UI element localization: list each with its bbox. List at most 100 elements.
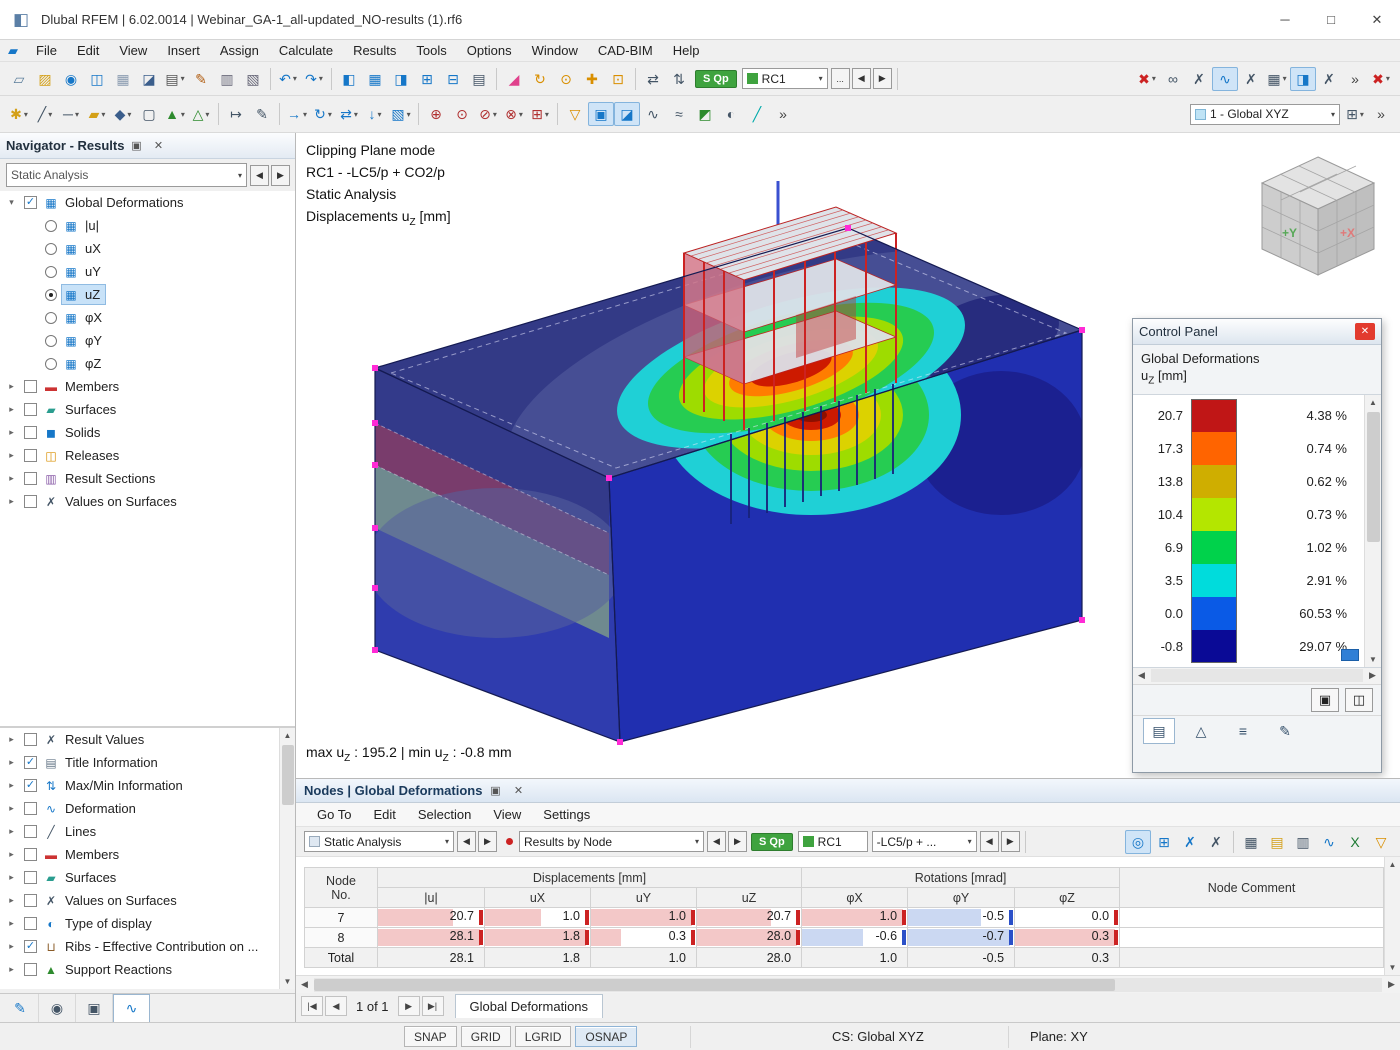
next-table-button[interactable]: ▶	[478, 831, 497, 852]
table-vertical-scrollbar[interactable]: ▲ ▼	[1384, 857, 1400, 975]
expand-arrow-icon[interactable]: ▸	[4, 872, 19, 883]
value-cell-y[interactable]: -0.7	[907, 927, 1016, 948]
result-grid-icon[interactable]: ▦ ▾	[1264, 67, 1290, 91]
show-values-icon[interactable]: ✗	[1177, 830, 1203, 854]
tables-panel-icon[interactable]: ▦	[362, 67, 388, 91]
expand-arrow-icon[interactable]: ▸	[4, 404, 19, 415]
zoom-window-icon[interactable]: ⊡	[605, 67, 631, 91]
tree-item-uz[interactable]: ▦ uZ	[0, 283, 295, 306]
column-header-y[interactable]: φY	[907, 887, 1016, 908]
expand-arrow-icon[interactable]: ▾	[4, 197, 19, 208]
tree-item-values-on-surfaces[interactable]: ▸ ✗ Values on Surfaces	[0, 889, 295, 912]
result-tables-icon[interactable]: ⊞	[414, 67, 440, 91]
checkbox[interactable]	[24, 802, 37, 815]
menu-item-help[interactable]: Help	[663, 40, 710, 62]
toolbar-overflow-icon[interactable]: »	[1342, 67, 1368, 91]
save-icon[interactable]: ◪	[136, 67, 162, 91]
value-cell-y[interactable]: -0.5	[907, 907, 1016, 928]
checkbox[interactable]	[24, 825, 37, 838]
all-tables-icon[interactable]: ▤	[466, 67, 492, 91]
checkbox[interactable]: ✓	[24, 779, 37, 792]
menu-item-file[interactable]: File	[26, 40, 67, 62]
radio-uz[interactable]	[45, 288, 57, 301]
find-node-icon[interactable]: ◎	[1125, 829, 1151, 854]
tree-item-members[interactable]: ▸ ▬ Members	[0, 843, 295, 866]
annotation-icon[interactable]: ✎	[249, 102, 275, 126]
scroll-right-icon[interactable]: ▶	[1364, 670, 1381, 681]
checkbox[interactable]	[24, 403, 37, 416]
scale-limit-handle[interactable]	[1341, 648, 1359, 661]
checkbox[interactable]	[24, 380, 37, 393]
hscroll-track[interactable]	[1151, 669, 1363, 683]
node-column-header[interactable]: Node No.	[304, 867, 378, 908]
tree-item-result-sections[interactable]: ▸ ▥ Result Sections	[0, 467, 295, 490]
rendering-icon[interactable]: ◩	[692, 102, 718, 126]
node-number-cell[interactable]: 8	[304, 927, 378, 948]
display-settings-icon[interactable]: ◐	[718, 102, 744, 126]
control-panel-close-icon[interactable]: ✕	[1355, 323, 1375, 340]
expand-arrow-icon[interactable]: ▸	[4, 757, 19, 768]
tree-item-z[interactable]: ▦ φZ	[0, 352, 295, 375]
tree-item-values-on-surfaces[interactable]: ▸ ✗ Values on Surfaces	[0, 490, 295, 513]
new-node-icon[interactable]: ✱ ▾	[6, 102, 32, 126]
radio-y[interactable]	[45, 334, 57, 347]
undock-table-icon[interactable]: ▣	[485, 782, 505, 800]
value-cell-uy[interactable]: 1.0	[590, 907, 697, 928]
tree-item-y[interactable]: ▦ φY	[0, 329, 295, 352]
column-header-x[interactable]: φX	[801, 887, 909, 908]
expand-arrow-icon[interactable]: ▸	[4, 450, 19, 461]
table-load-case-combo[interactable]: RC1	[797, 831, 868, 852]
dlubal-connect-icon[interactable]: ◉	[58, 67, 84, 91]
scale-hscrollbar[interactable]: ◀ ▶	[1133, 667, 1381, 685]
result-values-xxx-icon[interactable]: ✗	[1186, 67, 1212, 91]
tree-item-type-of-display[interactable]: ▸ ◐ Type of display	[0, 912, 295, 935]
value-cell-x[interactable]: -0.6	[801, 927, 909, 948]
checkbox[interactable]	[24, 894, 37, 907]
table-menu-view[interactable]: View	[482, 804, 532, 826]
prev-mode-button[interactable]: ◀	[707, 831, 726, 852]
undock-panel-icon[interactable]: ▣	[126, 137, 146, 155]
tree-item-u[interactable]: ▦ |u|	[0, 214, 295, 237]
tree-item-ux[interactable]: ▦ uX	[0, 237, 295, 260]
menu-item-results[interactable]: Results	[343, 40, 406, 62]
next-mode-button[interactable]: ▶	[728, 831, 747, 852]
result-diagrams-icon[interactable]: ∿	[640, 102, 666, 126]
tree-item-support-reactions[interactable]: ▸ ▲ Support Reactions	[0, 958, 295, 981]
node-number-cell[interactable]: 7	[304, 907, 378, 928]
checkbox[interactable]	[24, 733, 37, 746]
last-page-button[interactable]: ▶|	[421, 996, 444, 1016]
radio-uy[interactable]	[45, 265, 57, 278]
table-menu-selection[interactable]: Selection	[407, 804, 482, 826]
clip-select-icon[interactable]: ◢	[501, 67, 527, 91]
copy-panel-icon[interactable]: ▣	[1311, 687, 1339, 712]
previous-analysis-button[interactable]: ◀	[250, 164, 269, 186]
checkbox[interactable]	[24, 472, 37, 485]
new-hinge-icon[interactable]: △ ▾	[188, 102, 214, 126]
values-xxx-icon[interactable]: ✗	[1316, 67, 1342, 91]
value-cell-u[interactable]: 28.1	[377, 927, 485, 948]
table-analysis-combo[interactable]: Static Analysis ▾	[304, 831, 454, 852]
expand-arrow-icon[interactable]: ▸	[4, 427, 19, 438]
delete-results-icon[interactable]: ✖ ▾	[1134, 67, 1160, 91]
value-cell-uy[interactable]: 0.3	[590, 927, 697, 948]
expand-arrow-icon[interactable]: ▸	[4, 895, 19, 906]
table-tab-global-deformations[interactable]: Global Deformations	[454, 994, 604, 1018]
new-surface-icon[interactable]: ▰ ▾	[84, 102, 110, 126]
radio-x[interactable]	[45, 311, 57, 324]
expand-arrow-icon[interactable]: ▸	[4, 803, 19, 814]
menu-item-view[interactable]: View	[109, 40, 157, 62]
clipping-plane-icon[interactable]: ◪	[614, 102, 641, 126]
3d-viewport[interactable]: Clipping Plane mode RC1 - -LC5/p + CO2/p…	[296, 133, 1400, 778]
value-cell-z[interactable]: 0.0	[1014, 907, 1121, 928]
divide-lines-icon[interactable]: ⊘ ▾	[475, 102, 501, 126]
menu-item-window[interactable]: Window	[522, 40, 588, 62]
tree-item-lines[interactable]: ▸ ╱ Lines	[0, 820, 295, 843]
open-model-icon[interactable]: ▨	[32, 67, 58, 91]
toolbar2-overflow2-icon[interactable]: »	[1368, 102, 1394, 126]
expand-arrow-icon[interactable]: ▸	[4, 381, 19, 392]
side-panel-icon[interactable]: ◨	[388, 67, 414, 91]
display-navigator-tab[interactable]: ◉	[39, 994, 76, 1022]
table-colors-icon[interactable]: ▤	[1264, 830, 1290, 854]
new-model-icon[interactable]: ▱	[6, 67, 32, 91]
edit-report-icon[interactable]: ✎	[188, 67, 214, 91]
